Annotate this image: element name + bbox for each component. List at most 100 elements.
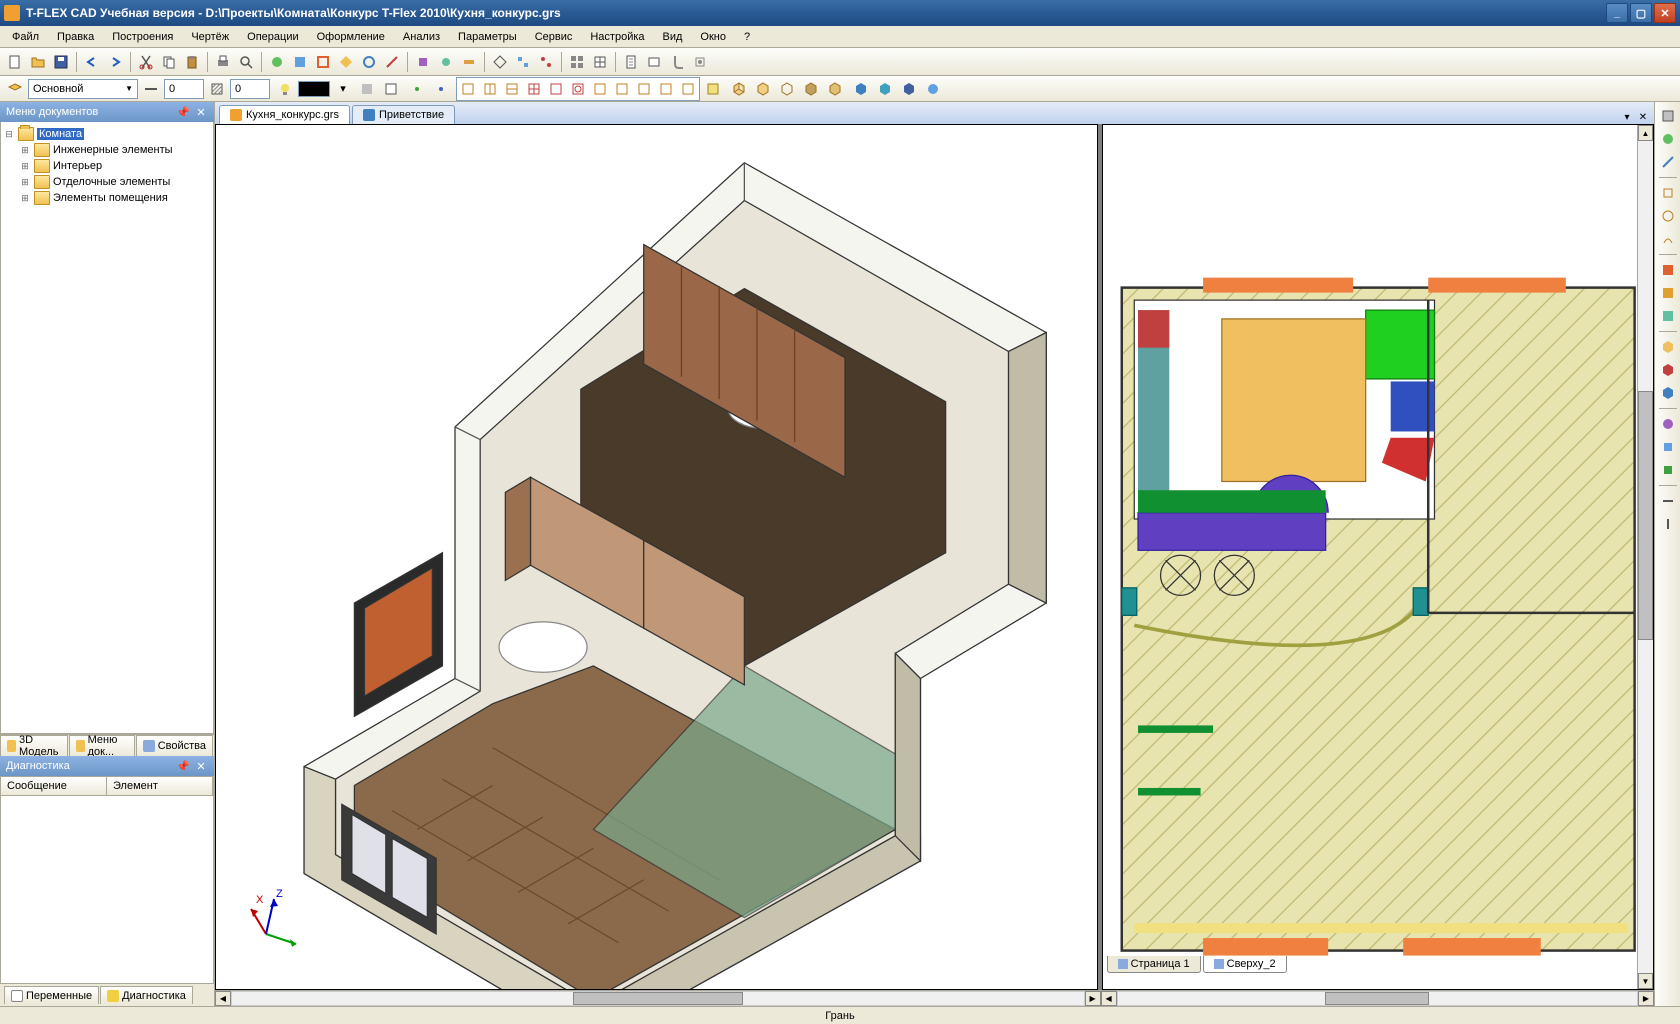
hscrollbar-3d[interactable]: ◀ ▶ (215, 990, 1101, 1006)
menu-window[interactable]: Окно (692, 29, 734, 45)
preview-button[interactable] (235, 51, 257, 73)
tool-i[interactable] (458, 51, 480, 73)
open-button[interactable] (27, 51, 49, 73)
layer-combo[interactable]: Основной ▼ (28, 79, 138, 99)
snap-b[interactable] (430, 78, 452, 100)
solid-4[interactable] (922, 78, 944, 100)
rtool-17[interactable] (1658, 514, 1678, 534)
undo-button[interactable] (81, 51, 103, 73)
rtool-1[interactable] (1658, 106, 1678, 126)
scroll-up[interactable]: ▲ (1638, 125, 1653, 141)
menu-service[interactable]: Сервис (527, 29, 581, 45)
view-8[interactable] (611, 78, 633, 100)
rtool-3[interactable] (1658, 152, 1678, 172)
tab-properties[interactable]: Свойства (136, 735, 213, 756)
new-button[interactable] (4, 51, 26, 73)
menu-parameters[interactable]: Параметры (450, 29, 525, 45)
panel-close-icon[interactable]: ✕ (194, 106, 208, 119)
view-2[interactable] (479, 78, 501, 100)
col-element[interactable]: Элемент (107, 777, 213, 795)
cube-3[interactable] (776, 78, 798, 100)
render-b[interactable] (380, 78, 402, 100)
cube-2[interactable] (752, 78, 774, 100)
tab-3d-model[interactable]: 3D Модель (0, 735, 68, 756)
view-7[interactable] (589, 78, 611, 100)
render-a[interactable] (356, 78, 378, 100)
scroll-down[interactable]: ▼ (1638, 973, 1653, 989)
menu-constructions[interactable]: Построения (104, 29, 181, 45)
expand-icon[interactable]: ⊞ (19, 177, 31, 188)
vscrollbar-2d[interactable]: ▲ ▼ (1637, 125, 1653, 989)
diagnostics-grid[interactable]: Сообщение Элемент (0, 776, 214, 984)
more-colors[interactable]: ▾ (332, 78, 354, 100)
tool-p[interactable] (643, 51, 665, 73)
tab-doc-menu[interactable]: Меню док... (69, 735, 134, 756)
menu-analysis[interactable]: Анализ (395, 29, 448, 45)
tool-a[interactable] (266, 51, 288, 73)
redo-button[interactable] (104, 51, 126, 73)
tool-k[interactable] (512, 51, 534, 73)
tab-diagnostics[interactable]: Диагностика (100, 986, 193, 1004)
tool-m[interactable] (566, 51, 588, 73)
view-10[interactable] (655, 78, 677, 100)
expand-icon[interactable]: ⊞ (19, 161, 31, 172)
scroll-left[interactable]: ◀ (215, 991, 231, 1006)
viewport-2d[interactable]: Страница 1 Сверху_2 ▲ ▼ (1102, 124, 1654, 990)
menu-drawing[interactable]: Чертёж (183, 29, 237, 45)
solid-3[interactable] (898, 78, 920, 100)
cube-1[interactable] (728, 78, 750, 100)
tool-c[interactable] (312, 51, 334, 73)
maximize-button[interactable]: ▢ (1630, 3, 1652, 23)
tree-node-room-elements[interactable]: ⊞ Элементы помещения (3, 190, 211, 206)
pin-icon[interactable]: 📌 (176, 106, 190, 119)
print-button[interactable] (212, 51, 234, 73)
doctab-welcome[interactable]: Приветствие (352, 105, 455, 124)
view-11[interactable] (677, 78, 699, 100)
rtool-10[interactable] (1658, 337, 1678, 357)
viewport-3d[interactable]: X Z (215, 124, 1098, 990)
tab-close-icon[interactable]: ✕ (1636, 110, 1650, 124)
tool-b[interactable] (289, 51, 311, 73)
cube-4[interactable] (800, 78, 822, 100)
col-message[interactable]: Сообщение (1, 777, 107, 795)
menu-edit[interactable]: Правка (49, 29, 102, 45)
cut-button[interactable] (135, 51, 157, 73)
hatch-spinner[interactable]: 0 (230, 79, 270, 99)
scroll-thumb[interactable] (1325, 992, 1429, 1005)
menu-view[interactable]: Вид (655, 29, 691, 45)
view-4[interactable] (523, 78, 545, 100)
minimize-button[interactable]: _ (1606, 3, 1628, 23)
menu-settings[interactable]: Настройка (582, 29, 652, 45)
menu-file[interactable]: Файл (4, 29, 47, 45)
menu-operations[interactable]: Операции (239, 29, 306, 45)
tool-o[interactable] (620, 51, 642, 73)
scroll-thumb[interactable] (1638, 391, 1653, 641)
rtool-7[interactable] (1658, 260, 1678, 280)
hatch-icon[interactable] (206, 78, 228, 100)
page-tab-1[interactable]: Страница 1 (1107, 956, 1201, 973)
tool-q[interactable] (666, 51, 688, 73)
tree-root[interactable]: ⊟ Комната (3, 126, 211, 142)
tool-f[interactable] (381, 51, 403, 73)
scroll-left[interactable]: ◀ (1101, 991, 1117, 1006)
tree-node-interior[interactable]: ⊞ Интерьер (3, 158, 211, 174)
scroll-thumb[interactable] (573, 992, 743, 1005)
expand-icon[interactable]: ⊞ (19, 145, 31, 156)
document-tree[interactable]: ⊟ Комната ⊞ Инженерные элементы ⊞ Интерь… (0, 122, 214, 734)
view-5[interactable] (545, 78, 567, 100)
tab-variables[interactable]: Переменные (4, 986, 99, 1004)
copy-button[interactable] (158, 51, 180, 73)
tool-e[interactable] (358, 51, 380, 73)
rtool-5[interactable] (1658, 206, 1678, 226)
rtool-16[interactable] (1658, 491, 1678, 511)
collapse-icon[interactable]: ⊟ (3, 129, 15, 140)
rtool-9[interactable] (1658, 306, 1678, 326)
tree-node-engineering[interactable]: ⊞ Инженерные элементы (3, 142, 211, 158)
tool-d[interactable] (335, 51, 357, 73)
rtool-8[interactable] (1658, 283, 1678, 303)
hscrollbar-2d[interactable]: ◀ ▶ (1101, 990, 1654, 1006)
paste-button[interactable] (181, 51, 203, 73)
cube-5[interactable] (824, 78, 846, 100)
rtool-2[interactable] (1658, 129, 1678, 149)
tool-g[interactable] (412, 51, 434, 73)
